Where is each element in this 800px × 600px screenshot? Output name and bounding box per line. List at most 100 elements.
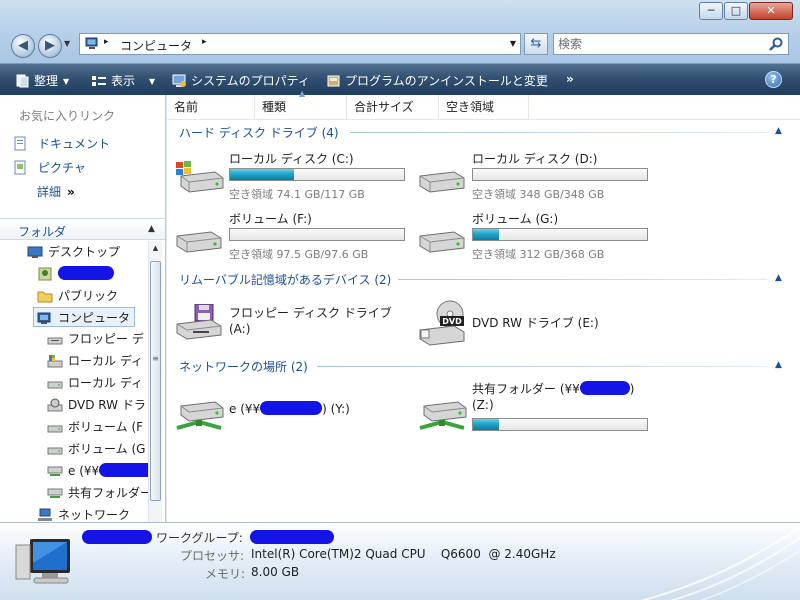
- drive-label: 共有フォルダー (¥¥): [472, 380, 634, 397]
- address-bar[interactable]: ▸ コンピュータ ▸ ▼: [79, 33, 521, 55]
- forward-arrow-icon: ▶: [45, 38, 55, 53]
- tree-item-network-y[interactable]: e (¥¥: [47, 461, 148, 481]
- network-drive-y[interactable]: e (¥¥) (Y:): [175, 392, 415, 436]
- tree-item-floppy[interactable]: フロッピー デ: [47, 329, 144, 349]
- tree-item-label: ボリューム (F: [68, 420, 144, 434]
- collapse-group-icon[interactable]: ▲: [775, 126, 782, 136]
- organize-menu[interactable]: 整理 ▼: [16, 72, 69, 89]
- favorites-more-button[interactable]: 詳細 »: [37, 183, 75, 200]
- help-button[interactable]: ?: [765, 71, 782, 88]
- network-drive-icon: [47, 488, 63, 498]
- column-type[interactable]: 種類: [255, 95, 347, 120]
- drive-item-dvd[interactable]: DVD DVD RW ドライブ (E:): [418, 300, 658, 348]
- chevron-up-icon[interactable]: ▲: [148, 224, 155, 234]
- views-menu[interactable]: 表示 ▼: [91, 72, 155, 89]
- breadcrumb-computer[interactable]: コンピュータ: [120, 37, 192, 54]
- group-header-removable[interactable]: リムーバブル記憶域があるデバイス (2): [179, 271, 391, 288]
- drive-item-d[interactable]: ローカル ディスク (D:) 空き領域 348 GB/348 GB: [418, 150, 658, 202]
- group-header-hard-disks[interactable]: ハード ディスク ドライブ (4): [179, 124, 339, 141]
- tree-item-user[interactable]: [37, 264, 114, 284]
- group-header-network[interactable]: ネットワークの場所 (2): [179, 358, 308, 375]
- forward-button[interactable]: ▶: [38, 34, 62, 58]
- tree-item-label: ローカル ディ: [68, 376, 143, 390]
- drive-item-f[interactable]: ボリューム (F:) 空き領域 97.5 GB/97.6 GB: [175, 210, 415, 262]
- close-button[interactable]: ✕: [749, 2, 793, 20]
- decorative-swoosh: [639, 527, 800, 600]
- favorite-link-pictures[interactable]: ピクチャ: [14, 159, 86, 176]
- scrollbar-thumb[interactable]: [150, 261, 161, 501]
- drive-item-floppy[interactable]: フロッピー ディスク ドライブ (A:): [175, 304, 415, 348]
- tree-item-label: DVD RW ドラ: [68, 398, 146, 412]
- tree-item-label: パブリック: [58, 289, 119, 303]
- search-icon[interactable]: [768, 36, 784, 52]
- system-properties-button[interactable]: システムのプロパティ: [172, 72, 310, 89]
- tree-item-dvd[interactable]: DVD RW ドラ: [47, 395, 146, 415]
- desktop-icon: [27, 246, 43, 258]
- system-properties-icon: [172, 74, 186, 87]
- back-button[interactable]: ◀: [11, 34, 35, 58]
- tree-item-desktop[interactable]: デスクトップ: [27, 242, 120, 262]
- system-properties-label: システムのプロパティ: [191, 74, 310, 88]
- back-arrow-icon: ◀: [18, 38, 28, 53]
- computer-icon: [37, 312, 51, 324]
- breadcrumb-separator[interactable]: ▸: [202, 37, 207, 47]
- chevron-double-right-icon: »: [67, 185, 75, 199]
- tree-item-network[interactable]: ネットワーク: [37, 505, 130, 522]
- dvd-drive-icon: DVD: [419, 300, 465, 346]
- recent-pages-dropdown[interactable]: ▼: [64, 39, 70, 48]
- drive-free-space: 空き領域 74.1 GB/117 GB: [229, 188, 365, 201]
- collapse-group-icon[interactable]: ▲: [775, 360, 782, 370]
- drive-item-c[interactable]: ローカル ディスク (C:) 空き領域 74.1 GB/117 GB: [175, 150, 415, 202]
- refresh-button[interactable]: ⇆: [524, 33, 548, 55]
- scroll-up-arrow-icon[interactable]: ▲: [149, 241, 162, 255]
- chevron-down-icon: ▼: [149, 77, 156, 86]
- address-dropdown[interactable]: ▼: [510, 39, 516, 48]
- views-label: 表示: [111, 74, 136, 88]
- floppy-drive-icon: [176, 304, 222, 340]
- search-box[interactable]: [553, 33, 789, 55]
- redacted-user-name: [58, 266, 114, 280]
- tree-item-label: コンピュータ: [58, 311, 131, 325]
- tree-item-volume-g[interactable]: ボリューム (G: [47, 439, 145, 459]
- drive-usage-bar: [472, 418, 648, 431]
- dvd-drive-icon: [47, 398, 63, 412]
- drive-usage-bar: [229, 168, 405, 181]
- column-name[interactable]: 名前: [167, 95, 255, 120]
- tree-item-public[interactable]: パブリック: [37, 286, 118, 306]
- network-drive-icon: [419, 401, 467, 430]
- drive-label: ボリューム (G:): [472, 212, 559, 226]
- folder-icon: [37, 291, 53, 303]
- column-total-size[interactable]: 合計サイズ: [347, 95, 439, 120]
- share-suffix: ) (Y:): [322, 402, 350, 416]
- uninstall-program-button[interactable]: プログラムのアンインストールと変更: [327, 72, 548, 89]
- breadcrumb-separator[interactable]: ▸: [104, 37, 109, 47]
- hard-drive-icon: [47, 425, 63, 433]
- folder-tree-scrollbar[interactable]: ▲ ≡: [148, 241, 162, 522]
- minimize-button[interactable]: ─: [699, 2, 723, 20]
- sort-ascending-icon: ▲: [299, 89, 306, 98]
- tree-item-local-c[interactable]: ローカル ディ: [47, 351, 143, 371]
- help-icon: ?: [770, 73, 777, 86]
- chevron-down-icon: ▼: [509, 39, 516, 48]
- tree-item-network-z[interactable]: 共有フォルダー: [47, 483, 148, 503]
- favorite-link-documents[interactable]: ドキュメント: [14, 135, 110, 152]
- column-free-space[interactable]: 空き領域: [439, 95, 529, 120]
- collapse-group-icon[interactable]: ▲: [775, 273, 782, 283]
- search-input[interactable]: [558, 36, 758, 52]
- user-folder-icon: [38, 267, 52, 281]
- drive-free-space: 空き領域 97.5 GB/97.6 GB: [229, 248, 369, 261]
- redacted-server-name: [579, 381, 630, 395]
- tree-item-local-d[interactable]: ローカル ディ: [47, 373, 143, 393]
- redacted-computer-name: [82, 530, 152, 544]
- folders-header[interactable]: フォルダ ▲: [0, 218, 165, 240]
- tree-item-computer[interactable]: コンピュータ: [33, 307, 135, 327]
- network-drive-z[interactable]: 共有フォルダー (¥¥) (Z:): [418, 380, 658, 436]
- organize-icon: [16, 74, 29, 88]
- pictures-icon: [14, 160, 26, 175]
- drive-label: ボリューム (F:): [229, 212, 312, 226]
- drive-item-g[interactable]: ボリューム (G:) 空き領域 312 GB/368 GB: [418, 210, 658, 262]
- group-divider: [398, 279, 767, 280]
- toolbar-overflow-button[interactable]: »: [566, 72, 574, 86]
- maximize-button[interactable]: □: [724, 2, 748, 20]
- tree-item-volume-f[interactable]: ボリューム (F: [47, 417, 143, 437]
